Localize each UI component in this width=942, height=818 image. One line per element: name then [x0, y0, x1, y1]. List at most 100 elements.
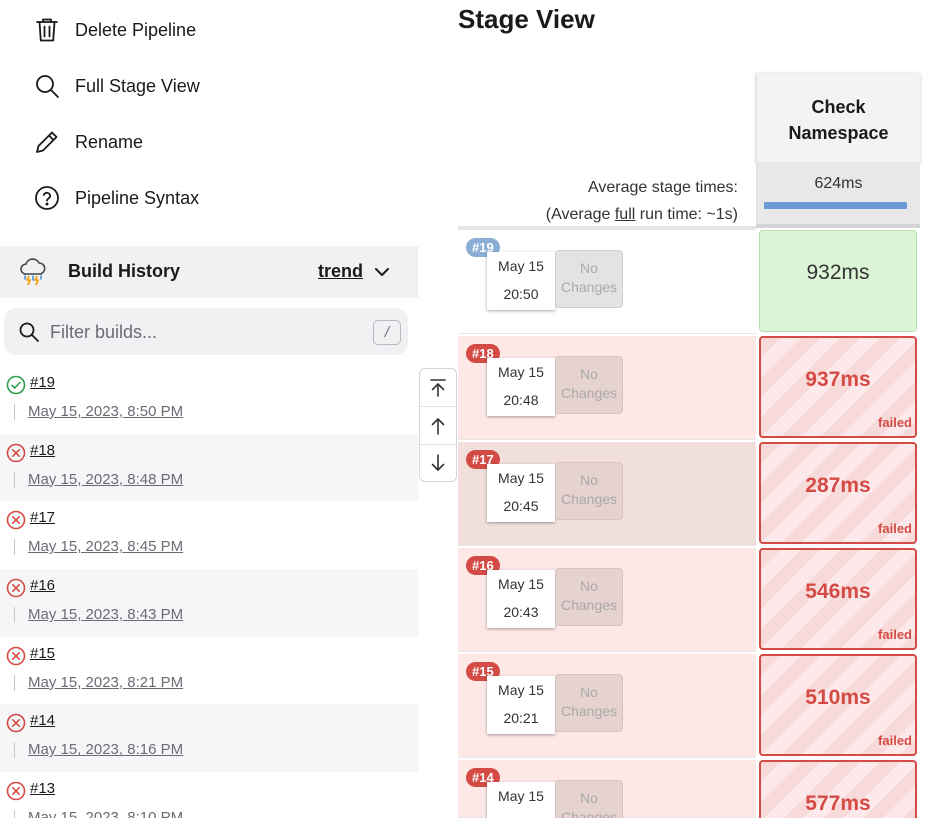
filter-builds-input[interactable] [50, 316, 360, 348]
scroll-to-top-icon[interactable] [420, 369, 456, 407]
timeline-line [14, 742, 15, 759]
search-icon [33, 72, 61, 100]
run-time: 20:43 [503, 604, 539, 620]
rename-link[interactable]: Rename [33, 124, 143, 160]
stage-view-title: Stage View [458, 4, 595, 34]
no-changes-box: No Changes [555, 568, 623, 626]
build-row-17: #17 May 15, 2023, 8:45 PM [0, 501, 418, 569]
stage-time: 577ms [805, 792, 871, 815]
trend-link[interactable]: trend [318, 261, 363, 282]
run-date: May 15 [498, 364, 544, 380]
run-row-14[interactable]: #14 May 15 No Changes [458, 760, 756, 818]
build-date-link[interactable]: May 15, 2023, 8:10 PM [28, 809, 183, 818]
average-times-label: Average stage times: (Average full run t… [546, 174, 738, 228]
build-number-link[interactable]: #17 [30, 509, 55, 526]
pencil-icon [33, 128, 61, 156]
failed-label: failed [878, 733, 912, 748]
stage-cell-17[interactable]: 287ms failed [759, 442, 917, 544]
stage-cell-18[interactable]: 937ms failed [759, 336, 917, 438]
no-changes-line2: Changes [560, 491, 618, 507]
build-number-link[interactable]: #14 [30, 712, 55, 729]
no-changes-line1: No [580, 790, 598, 806]
build-date-link[interactable]: May 15, 2023, 8:50 PM [28, 403, 183, 420]
run-row-19[interactable]: #19 May 15 20:50 No Changes [458, 230, 756, 334]
timeline-line [14, 674, 15, 691]
run-row-16[interactable]: #16 May 15 20:43 No Changes [458, 548, 756, 652]
stage-name-line1: Check [811, 97, 866, 117]
full-run-link[interactable]: full [615, 206, 635, 223]
no-changes-box: No Changes [555, 462, 623, 520]
build-date-link[interactable]: May 15, 2023, 8:45 PM [28, 538, 183, 555]
timeline-line [14, 607, 15, 624]
build-date-link[interactable]: May 15, 2023, 8:16 PM [28, 741, 183, 758]
delete-pipeline-label: Delete Pipeline [75, 19, 197, 40]
pipeline-syntax-link[interactable]: Pipeline Syntax [33, 180, 199, 216]
run-row-18[interactable]: #18 May 15 20:48 No Changes [458, 336, 756, 440]
build-number-link[interactable]: #16 [30, 577, 55, 594]
stage-time: 287ms [805, 474, 871, 497]
no-changes-line1: No [580, 260, 598, 276]
no-changes-line2: Changes [560, 703, 618, 719]
arrow-down-icon[interactable] [420, 444, 456, 482]
build-row-18: #18 May 15, 2023, 8:48 PM [0, 433, 418, 502]
build-number-link[interactable]: #13 [30, 780, 55, 797]
build-row-13: #13 May 15, 2023, 8:10 PM [0, 772, 418, 818]
build-row-16: #16 May 15, 2023, 8:43 PM [0, 569, 418, 637]
stage-name: Check Namespace [757, 74, 920, 146]
history-scroll-controls [419, 368, 457, 482]
run-time: 20:50 [503, 286, 539, 302]
build-number-link[interactable]: #19 [30, 374, 55, 391]
avg-run-prefix: (Average [545, 206, 615, 223]
run-date: May 15 [498, 576, 544, 592]
divider [756, 224, 920, 228]
build-number-link[interactable]: #15 [30, 645, 55, 662]
chevron-down-icon[interactable] [374, 264, 390, 280]
stage-cell-16[interactable]: 546ms failed [759, 548, 917, 650]
failed-x-icon [6, 443, 26, 463]
full-stage-view-link[interactable]: Full Stage View [33, 68, 200, 104]
build-date-link[interactable]: May 15, 2023, 8:48 PM [28, 471, 183, 488]
average-time-bar [764, 202, 907, 209]
build-row-14: #14 May 15, 2023, 8:16 PM [0, 704, 418, 773]
run-date-box: May 15 20:43 [487, 570, 555, 628]
failed-label: failed [878, 415, 912, 430]
stage-cell-19[interactable]: 932ms [759, 230, 917, 332]
build-date-link[interactable]: May 15, 2023, 8:21 PM [28, 674, 183, 691]
timeline-line [14, 539, 15, 556]
average-stage-time-cell: 624ms [756, 162, 920, 225]
full-stage-view-label: Full Stage View [75, 75, 200, 96]
failed-label: failed [878, 521, 912, 536]
run-date-box: May 15 20:21 [487, 676, 555, 734]
no-changes-box: No Changes [555, 674, 623, 732]
no-changes-box: No Changes [555, 250, 623, 308]
build-row-19: #19 May 15, 2023, 8:50 PM [0, 366, 418, 434]
average-run-time-text: (Average full run time: ~1s) [546, 201, 738, 228]
weather-storm-icon [17, 256, 49, 288]
run-row-15[interactable]: #15 May 15 20:21 No Changes [458, 654, 756, 758]
no-changes-line2: Changes [560, 597, 618, 613]
build-date-link[interactable]: May 15, 2023, 8:43 PM [28, 606, 183, 623]
run-date-box: May 15 20:48 [487, 358, 555, 416]
no-changes-line1: No [580, 366, 598, 382]
run-date-box: May 15 [487, 782, 555, 818]
no-changes-box: No Changes [555, 780, 623, 818]
arrow-up-icon[interactable] [420, 407, 456, 445]
avg-run-suffix: run time: ~1s) [635, 206, 738, 223]
run-date-box: May 15 20:50 [487, 252, 555, 310]
no-changes-box: No Changes [555, 356, 623, 414]
delete-pipeline-link[interactable]: Delete Pipeline [33, 12, 196, 48]
stage-cell-15[interactable]: 510ms failed [759, 654, 917, 756]
stage-cell-14[interactable]: 577ms [759, 760, 917, 818]
search-icon [18, 321, 40, 343]
build-history-title: Build History [68, 261, 181, 281]
filter-shortcut-hint: / [373, 320, 401, 345]
build-row-15: #15 May 15, 2023, 8:21 PM [0, 637, 418, 705]
build-history-header: Build History trend [0, 246, 418, 298]
no-changes-line2: Changes [560, 809, 618, 818]
run-row-17[interactable]: #17 May 15 20:45 No Changes [458, 442, 756, 546]
run-date-box: May 15 20:45 [487, 464, 555, 522]
success-check-icon [6, 375, 26, 395]
stage-time: 937ms [805, 368, 871, 391]
build-number-link[interactable]: #18 [30, 442, 55, 459]
run-date: May 15 [498, 682, 544, 698]
